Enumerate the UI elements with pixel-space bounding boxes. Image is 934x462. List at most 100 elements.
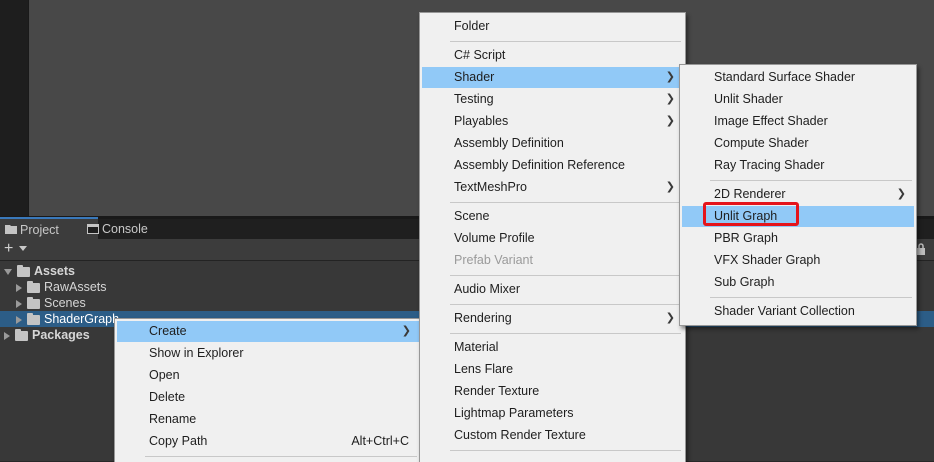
folder-icon [17, 264, 30, 277]
tree-item-label: ShaderGraph [44, 312, 120, 326]
menu-item-label: Create [149, 324, 187, 338]
menu-item-csharp-script[interactable]: C# Script [422, 45, 683, 66]
menu-separator [710, 297, 912, 298]
tree-item-scenes[interactable]: Scenes [16, 295, 86, 311]
menu-item-material[interactable]: Material [422, 337, 683, 358]
menu-item-label: PBR Graph [714, 231, 778, 245]
menu-separator [450, 275, 681, 276]
menu-item-label: Folder [454, 19, 490, 33]
menu-item-label: Volume Profile [454, 231, 535, 245]
folder-icon [27, 296, 40, 309]
menu-item-label: Show in Explorer [149, 346, 244, 360]
menu-item-label: Testing [454, 92, 494, 106]
menu-item-rename[interactable]: Rename [117, 409, 419, 430]
menu-item-label: Playables [454, 114, 509, 128]
chevron-right-icon: ❯ [665, 115, 675, 127]
console-icon [87, 224, 99, 234]
tab-console[interactable]: Console [82, 219, 180, 239]
menu-item-label: Ray Tracing Shader [714, 158, 825, 172]
menu-item-unlit-shader[interactable]: Unlit Shader [682, 89, 914, 110]
menu-item-label: Standard Surface Shader [714, 70, 856, 84]
menu-item-audio-mixer[interactable]: Audio Mixer [422, 279, 683, 300]
menu-item-label: Material [454, 340, 499, 354]
menu-item-rendering[interactable]: Rendering ❯ [422, 308, 683, 329]
menu-item-label: 2D Renderer [714, 187, 786, 201]
expand-arrow-icon[interactable] [16, 299, 22, 308]
menu-item-label: Audio Mixer [454, 282, 520, 296]
expand-arrow-icon[interactable] [16, 283, 22, 292]
menu-item-textmeshpro[interactable]: TextMeshPro ❯ [422, 177, 683, 198]
tree-item-rawassets[interactable]: RawAssets [16, 279, 107, 295]
menu-separator [710, 180, 912, 181]
menu-separator [145, 456, 417, 457]
menu-item-custom-render-texture[interactable]: Custom Render Texture [422, 425, 683, 446]
menu-item-testing[interactable]: Testing ❯ [422, 89, 683, 110]
menu-item-lightmap-parameters[interactable]: Lightmap Parameters [422, 403, 683, 424]
menu-item-open[interactable]: Open [117, 365, 419, 386]
menu-item-scene[interactable]: Scene [422, 206, 683, 227]
menu-item-shader-variant-collection[interactable]: Shader Variant Collection [682, 301, 914, 322]
menu-item-lens-flare[interactable]: Lens Flare [422, 359, 683, 380]
menu-item-label: TextMeshPro [454, 180, 527, 194]
lock-icon[interactable] [914, 240, 934, 260]
menu-item-label: VFX Shader Graph [714, 253, 821, 267]
menu-item-delete[interactable]: Delete [117, 387, 419, 408]
folder-icon [5, 225, 17, 234]
expand-arrow-icon[interactable] [4, 331, 10, 340]
menu-item-ray-tracing-shader[interactable]: Ray Tracing Shader [682, 155, 914, 176]
menu-item-label: Shader [454, 70, 495, 84]
menu-item-label: Image Effect Shader [714, 114, 828, 128]
expand-arrow-icon[interactable] [4, 268, 12, 275]
menu-item-vfx-shader-graph[interactable]: VFX Shader Graph [682, 250, 914, 271]
menu-item-label: Lightmap Parameters [454, 406, 574, 420]
chevron-right-icon: ❯ [401, 325, 411, 337]
chevron-right-icon: ❯ [665, 312, 675, 324]
menu-separator [450, 304, 681, 305]
chevron-right-icon: ❯ [665, 71, 675, 83]
menu-item-volume-profile[interactable]: Volume Profile [422, 228, 683, 249]
menu-item-image-effect-shader[interactable]: Image Effect Shader [682, 111, 914, 132]
annotation-highlight-box [703, 202, 799, 226]
chevron-right-icon: ❯ [896, 188, 906, 200]
menu-item-label: Rename [149, 412, 197, 426]
tree-item-packages[interactable]: Packages [4, 327, 90, 343]
menu-item-shader[interactable]: Shader ❯ [422, 67, 683, 88]
menu-item-sub-graph[interactable]: Sub Graph [682, 272, 914, 293]
shortcut-label: Alt+Ctrl+C [351, 434, 409, 448]
menu-item-pbr-graph[interactable]: PBR Graph [682, 228, 914, 249]
menu-item-label: C# Script [454, 48, 506, 62]
chevron-down-icon[interactable] [19, 246, 27, 251]
menu-item-label: Delete [149, 390, 186, 404]
tree-item-label: Packages [32, 328, 90, 342]
menu-item-compute-shader[interactable]: Compute Shader [682, 133, 914, 154]
menu-item-standard-surface-shader[interactable]: Standard Surface Shader [682, 67, 914, 88]
tree-item-shadergraph[interactable]: ShaderGraph [16, 311, 119, 327]
tree-item-label: Scenes [44, 296, 86, 310]
menu-separator [450, 41, 681, 42]
create-submenu: Folder C# Script Shader ❯ Testing ❯ Play… [419, 12, 686, 462]
menu-item-assembly-definition-reference[interactable]: Assembly Definition Reference [422, 155, 683, 176]
context-menu: Create ❯ Show in Explorer Open Delete Re… [114, 318, 422, 462]
create-plus-button[interactable]: + [4, 240, 13, 258]
expand-arrow-icon[interactable] [16, 315, 22, 324]
menu-item-label: Shader Variant Collection [714, 304, 855, 318]
chevron-right-icon: ❯ [665, 181, 675, 193]
menu-item-copy-path[interactable]: Copy Path Alt+Ctrl+C [117, 431, 419, 452]
menu-item-show-in-explorer[interactable]: Show in Explorer [117, 343, 419, 364]
menu-item-label: Assembly Definition Reference [454, 158, 625, 172]
menu-item-label: Scene [454, 209, 490, 223]
tab-console-label: Console [102, 222, 148, 236]
menu-separator [450, 202, 681, 203]
folder-icon [15, 328, 28, 341]
menu-item-label: Assembly Definition [454, 136, 564, 150]
menu-item-create[interactable]: Create ❯ [117, 321, 419, 342]
menu-item-playables[interactable]: Playables ❯ [422, 111, 683, 132]
menu-item-assembly-definition[interactable]: Assembly Definition [422, 133, 683, 154]
menu-item-render-texture[interactable]: Render Texture [422, 381, 683, 402]
tab-project-label: Project [20, 223, 59, 237]
tree-item-assets[interactable]: Assets [4, 263, 75, 279]
menu-item-prefab-variant: Prefab Variant [422, 250, 683, 271]
menu-item-folder[interactable]: Folder [422, 16, 683, 37]
menu-item-label: Rendering [454, 311, 512, 325]
menu-separator [450, 450, 681, 451]
